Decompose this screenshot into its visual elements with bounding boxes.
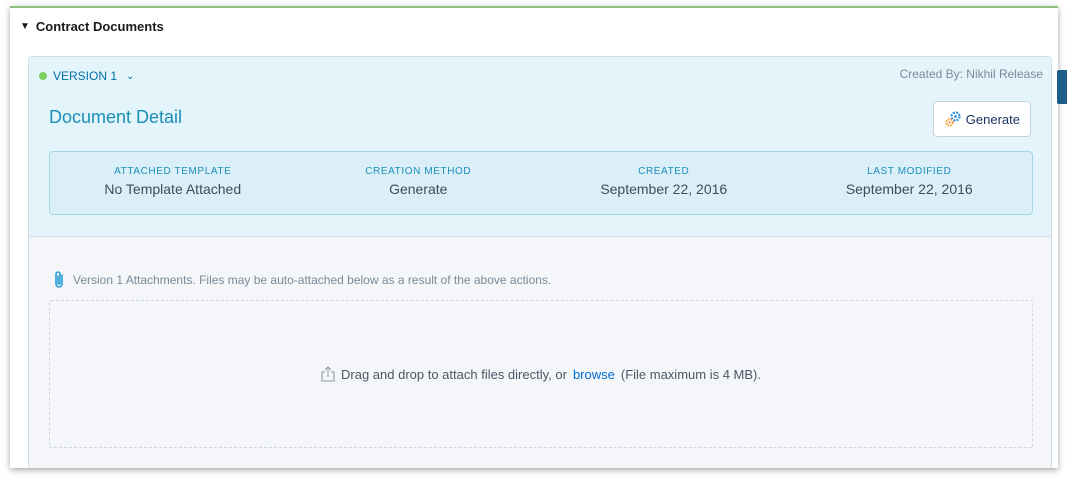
paperclip-icon — [55, 271, 63, 288]
attachments-note: Version 1 Attachments. Files may be auto… — [53, 270, 551, 290]
attachments-note-text: Version 1 Attachments. Files may be auto… — [73, 273, 552, 287]
generate-button[interactable]: Generate — [932, 101, 1031, 137]
meta-last-modified: LAST MODIFIED September 22, 2016 — [787, 152, 1033, 214]
meta-label: ATTACHED TEMPLATE — [114, 166, 232, 177]
generate-button-label: Generate — [965, 111, 1020, 127]
version-label: VERSION 1 — [53, 69, 118, 83]
document-detail-title: Document Detail — [49, 107, 183, 127]
meta-label: LAST MODIFIED — [867, 166, 952, 177]
side-panel-tab[interactable] — [1057, 70, 1067, 104]
meta-value: No Template Attached — [104, 181, 242, 197]
meta-attached-template: ATTACHED TEMPLATE No Template Attached — [50, 152, 296, 214]
file-dropzone[interactable]: Drag and drop to attach files directly, … — [49, 300, 1033, 448]
section-title: Contract Documents — [35, 18, 164, 34]
dropzone-limit-text: (File maximum is 4 MB). — [620, 366, 761, 382]
meta-label: CREATION METHOD — [365, 166, 472, 177]
chevron-down-icon[interactable]: ⌄ — [126, 71, 134, 82]
browse-link[interactable]: browse — [573, 367, 615, 382]
contract-documents-panel: ▼ Contract Documents VERSION 1 ⌄ Created… — [10, 6, 1058, 468]
meta-creation-method: CREATION METHOD Generate — [296, 152, 542, 214]
meta-label: CREATED — [638, 166, 690, 177]
created-by-text: Created By: Nikhil Release — [899, 67, 1043, 81]
version-selector[interactable]: VERSION 1 ⌄ — [39, 67, 134, 85]
version-card: VERSION 1 ⌄ Created By: Nikhil Release D… — [28, 56, 1052, 468]
meta-value: September 22, 2016 — [600, 181, 728, 197]
version-header: VERSION 1 ⌄ Created By: Nikhil Release D… — [29, 57, 1051, 237]
meta-value: September 22, 2016 — [845, 181, 973, 197]
gears-icon — [945, 111, 961, 127]
dropzone-text: Drag and drop to attach files directly, … — [341, 366, 567, 382]
meta-value: Generate — [389, 181, 448, 197]
meta-created: CREATED September 22, 2016 — [541, 152, 787, 214]
caret-down-icon[interactable]: ▼ — [20, 21, 30, 32]
upload-icon — [321, 366, 335, 382]
status-dot-icon — [39, 72, 47, 80]
document-meta: ATTACHED TEMPLATE No Template Attached C… — [49, 151, 1033, 215]
section-header[interactable]: ▼ Contract Documents — [20, 16, 164, 36]
